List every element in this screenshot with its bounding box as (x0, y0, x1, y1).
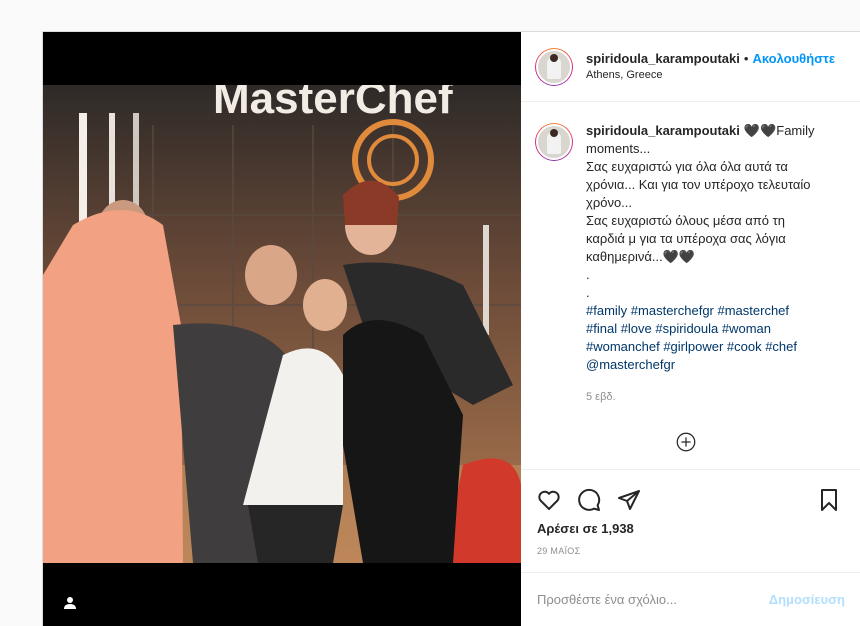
post-date: 29 ΜΑΪΟΣ (537, 546, 581, 556)
add-comment-bar: Προσθέστε ένα σχόλιο... Δημοσίευση (521, 572, 860, 626)
caption-hashtags[interactable]: #family #masterchefgr #masterchef #final… (586, 303, 797, 372)
caption-avatar[interactable] (535, 123, 573, 161)
post-photo[interactable]: MasterChef (43, 85, 521, 563)
header-username[interactable]: spiridoula_karampoutaki (586, 51, 740, 66)
share-icon[interactable] (617, 488, 641, 512)
caption: spiridoula_karampoutaki 🖤🖤Family moments.… (535, 122, 847, 406)
location-link[interactable]: Athens, Greece (586, 67, 835, 84)
photo-illustration: MasterChef (43, 85, 521, 563)
post-card: MasterChef spiridoula_karampoutaki • Ακο… (42, 31, 860, 626)
separator-dot: • (743, 50, 749, 66)
caption-line: Σας ευχαριστώ όλους μέσα από τη καρδιά μ… (586, 213, 786, 264)
masterchef-sign: MasterChef (213, 85, 453, 123)
action-bar (521, 469, 860, 529)
post-sidebar: spiridoula_karampoutaki • Ακολουθήστε Athe… (521, 32, 860, 626)
avatar[interactable] (535, 47, 573, 86)
user-tag-icon[interactable] (63, 596, 77, 610)
caption-line: Σας ευχαριστώ για όλα όλα αυτά τα χρόνια… (586, 159, 811, 210)
follow-button[interactable]: Ακολουθήστε (752, 51, 835, 66)
comment-icon[interactable] (577, 488, 601, 512)
plus-circle-icon[interactable] (676, 432, 696, 452)
bookmark-icon[interactable] (817, 488, 841, 512)
caption-line: . (586, 285, 590, 300)
caption-line: . (586, 267, 590, 282)
comment-input[interactable]: Προσθέστε ένα σχόλιο... (537, 592, 677, 607)
publish-button[interactable]: Δημοσίευση (769, 592, 845, 607)
post-header: spiridoula_karampoutaki • Ακολουθήστε Athe… (521, 32, 860, 102)
caption-username[interactable]: spiridoula_karampoutaki (586, 123, 740, 138)
caption-time: 5 εβδ. (586, 391, 616, 403)
post-media[interactable]: MasterChef (43, 32, 521, 626)
heart-icon[interactable] (537, 488, 561, 512)
comments-section: spiridoula_karampoutaki 🖤🖤Family moments.… (521, 102, 860, 469)
